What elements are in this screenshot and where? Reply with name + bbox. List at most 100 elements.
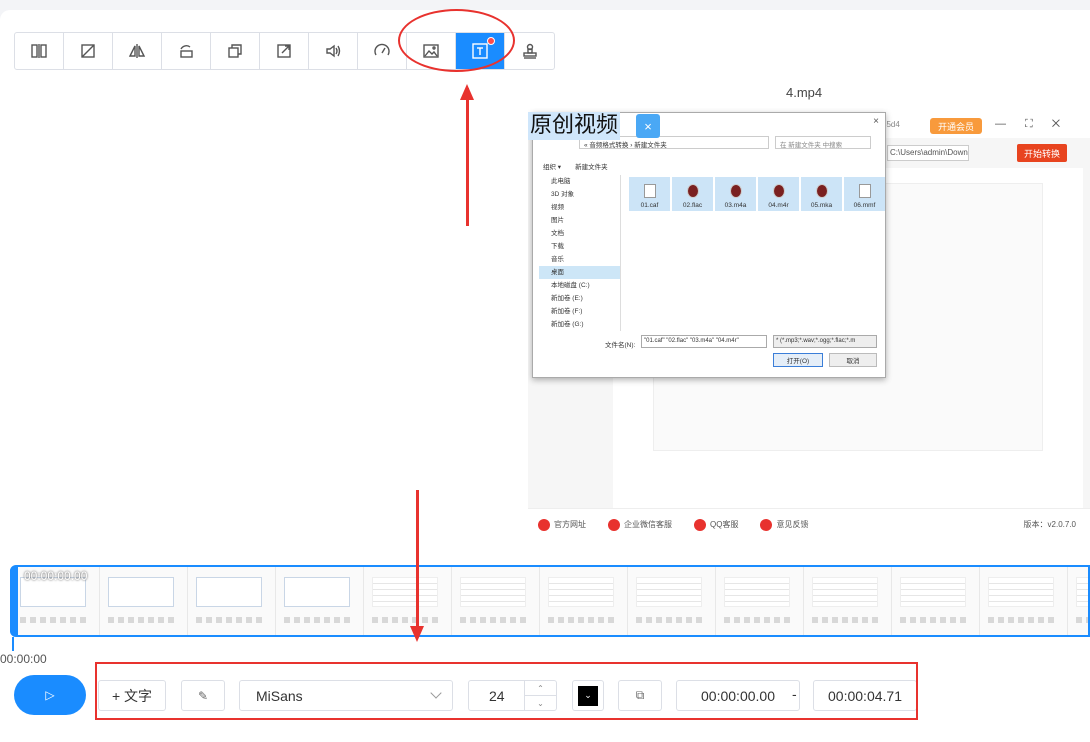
dialog-filter: * (*.mp3;*.wav;*.ogg;*.flac;*.m	[773, 335, 877, 348]
file-icon	[815, 184, 828, 198]
footer-site: 官方网址	[538, 518, 586, 531]
file-icon	[772, 184, 785, 198]
dialog-file-name: 02.flac	[682, 202, 703, 209]
dialog-file-name: 06.mmf	[853, 202, 876, 209]
footer-qq-label: QQ客服	[710, 520, 739, 529]
footer-feedback-label: 意见反馈	[776, 520, 809, 529]
annotation-arrow-down	[410, 490, 424, 642]
dialog-file: 02.flac	[672, 177, 713, 211]
rotate-button[interactable]	[162, 33, 211, 69]
dialog-sidebar-item: 音乐	[551, 256, 564, 263]
speed-icon	[374, 43, 390, 56]
timeline-thumbnail	[1068, 567, 1088, 635]
annotation-box	[95, 662, 918, 720]
dialog-file: 05.mka	[801, 177, 842, 211]
dialog-file-list: 01.caf 02.flac 03.m4a 04.m4r 05.mka 06.mmf	[629, 177, 885, 211]
playhead[interactable]	[12, 637, 14, 651]
mirror-icon	[128, 44, 146, 58]
annotation-ellipse	[398, 9, 515, 72]
footer-version: 版本：v2.0.7.0	[1023, 520, 1076, 529]
dialog-file: 06.mmf	[844, 177, 885, 211]
timeline-thumbnail	[980, 567, 1068, 635]
file-icon	[643, 184, 656, 198]
export-button[interactable]	[260, 33, 309, 69]
dialog-sidebar-item: 新加卷 (F:)	[551, 308, 583, 315]
dialog-file-name: 01.caf	[640, 202, 659, 209]
footer-feedback: 意见反馈	[760, 518, 809, 531]
timeline-thumbnail	[804, 567, 892, 635]
timeline-thumbnail	[628, 567, 716, 635]
dialog-filename-label: 文件名(N):	[605, 342, 636, 349]
timeline-track[interactable]	[10, 565, 1090, 637]
dialog-search: 在 新建文件夹 中搜索	[775, 135, 871, 149]
timeline-thumbnail	[540, 567, 628, 635]
dialog-file-name: 03.m4a	[724, 202, 747, 209]
dialog-file-name: 04.m4r	[768, 202, 789, 209]
dialog-sidebar: 此电脑 3D 对象 视频 图片 文档 下载 音乐 桌面 本地磁盘 (C:) 新加卷 (E:) 新加卷…	[539, 175, 621, 331]
stamp-icon	[522, 43, 537, 59]
video-preview: 85d4 开通会员 — ⛶ ✕ C:\Users\admin\Downlo 开始…	[528, 108, 1090, 540]
app-output-path: C:\Users\admin\Downlo	[887, 145, 969, 161]
timeline-thumbnail	[892, 567, 980, 635]
timeline-start-handle[interactable]	[10, 567, 18, 635]
timeline-thumbnail	[452, 567, 540, 635]
crop-icon	[81, 44, 95, 58]
dialog-close-icon: ×	[873, 116, 879, 127]
rotate-icon	[180, 45, 193, 58]
dialog-sidebar-item: 图片	[551, 217, 564, 224]
file-icon	[686, 184, 699, 198]
footer-wechat-label: 企业微信客服	[624, 520, 672, 529]
feedback-icon	[760, 518, 773, 531]
footer-site-label: 官方网址	[554, 520, 586, 529]
dialog-sidebar-item: 此电脑	[551, 178, 571, 185]
dialog-sidebar-item: 桌面	[539, 266, 620, 279]
text-overlay[interactable]: 原创视频	[528, 112, 621, 140]
split-icon	[31, 44, 47, 58]
timeline-thumbnail	[100, 567, 188, 635]
file-dialog: × « 音频格式转换 › 新建文件夹 在 新建文件夹 中搜索 组织 ▾ 新建文件…	[532, 112, 886, 378]
dialog-cancel-button: 取消	[829, 353, 877, 367]
dialog-open-button: 打开(O)	[773, 353, 823, 367]
export-icon	[277, 44, 291, 58]
app-footer: 官方网址 企业微信客服 QQ客服 意见反馈 版本：v2.0.7.0	[528, 508, 1090, 540]
file-icon	[729, 184, 742, 198]
timeline-thumbnail	[276, 567, 364, 635]
footer-wechat: 企业微信客服	[608, 518, 672, 531]
dialog-file-name: 05.mka	[810, 202, 833, 209]
dialog-file: 04.m4r	[758, 177, 799, 211]
crop-button[interactable]	[64, 33, 113, 69]
dialog-filename-field: "01.caf" "02.flac" "03.m4a" "04.m4r"	[641, 335, 767, 348]
timeline-thumbnail	[188, 567, 276, 635]
play-button[interactable]: ▷	[14, 675, 86, 715]
timeline-start-time: 00:00:00.00	[24, 569, 88, 583]
volume-button[interactable]	[309, 33, 358, 69]
timeline-thumbnail	[364, 567, 452, 635]
mirror-button[interactable]	[113, 33, 162, 69]
wechat-icon	[608, 518, 620, 531]
dialog-sidebar-item: 本地磁盘 (C:)	[551, 282, 590, 289]
file-icon	[858, 184, 871, 198]
footer-qq: QQ客服	[694, 518, 739, 531]
dialog-file: 03.m4a	[715, 177, 756, 211]
dialog-file: 01.caf	[629, 177, 670, 211]
play-icon: ▷	[45, 688, 55, 702]
video-filename: 4.mp4	[786, 85, 823, 100]
resize-icon	[228, 44, 242, 58]
dialog-sidebar-item: 视频	[551, 204, 564, 211]
dialog-organize: 组织 ▾	[543, 164, 562, 171]
vip-badge: 开通会员	[930, 118, 982, 134]
volume-icon	[326, 44, 341, 58]
overlay-close-button[interactable]: ×	[636, 114, 660, 138]
dialog-sidebar-item: 新加卷 (E:)	[551, 295, 583, 302]
split-button[interactable]	[15, 33, 64, 69]
dialog-sidebar-item: 3D 对象	[551, 191, 575, 198]
dialog-sidebar-item: 文档	[551, 230, 564, 237]
qq-icon	[694, 518, 706, 531]
dialog-toolbar: 组织 ▾ 新建文件夹	[543, 161, 608, 171]
timeline-thumbnail	[716, 567, 804, 635]
window-controls: — ⛶ ✕	[995, 118, 1069, 130]
app-convert-button: 开始转换	[1017, 144, 1067, 162]
resize-button[interactable]	[211, 33, 260, 69]
site-icon	[538, 518, 550, 531]
annotation-arrow-up	[460, 84, 474, 226]
